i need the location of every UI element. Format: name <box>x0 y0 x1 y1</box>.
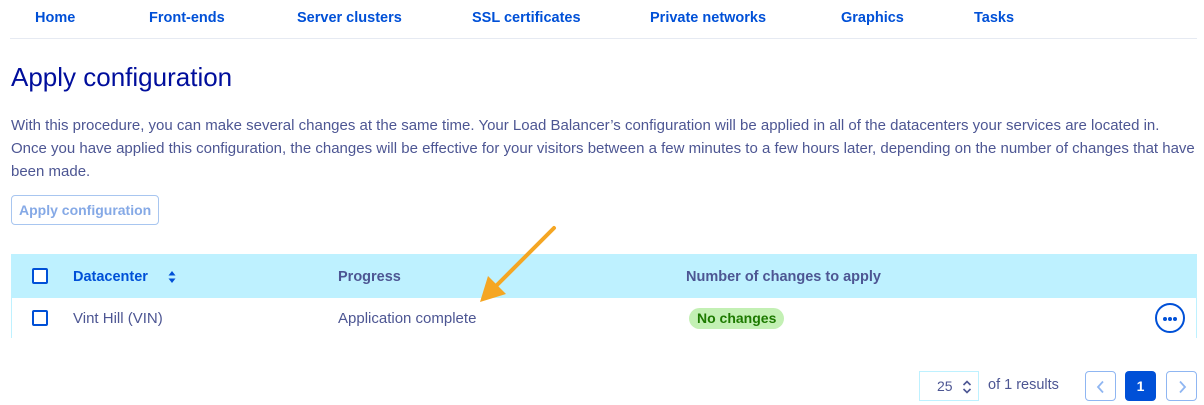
nav-tasks[interactable]: Tasks <box>974 10 1014 26</box>
chevron-right-icon <box>1179 380 1187 394</box>
results-count: of 1 results <box>988 377 1059 393</box>
page-size-value: 25 <box>937 378 953 394</box>
datacenter-cell: Vint Hill (VIN) <box>73 310 163 327</box>
apply-configuration-button[interactable]: Apply configuration <box>11 195 160 225</box>
datacenter-table: Datacenter Progress Number of changes to… <box>11 254 1197 338</box>
column-header-datacenter[interactable]: Datacenter <box>73 269 148 285</box>
page-title: Apply configuration <box>11 62 233 92</box>
more-horizontal-icon <box>1163 316 1167 321</box>
changes-status-badge: No changes <box>689 308 785 329</box>
row-checkbox[interactable] <box>32 310 48 326</box>
table-header: Datacenter Progress Number of changes to… <box>12 255 1196 298</box>
table-row: Vint Hill (VIN) Application complete No … <box>12 298 1196 338</box>
column-header-progress: Progress <box>338 269 401 285</box>
progress-cell: Application complete <box>338 310 477 327</box>
nav-private-networks[interactable]: Private networks <box>650 10 766 26</box>
sort-updown-icon[interactable] <box>167 269 177 285</box>
more-dot <box>1168 316 1172 321</box>
select-all-checkbox[interactable] <box>32 268 48 284</box>
nav-graphics[interactable]: Graphics <box>841 10 904 26</box>
row-actions-button[interactable] <box>1155 303 1185 333</box>
annotation-arrow-icon <box>480 226 556 302</box>
chevron-updown-icon <box>962 380 972 394</box>
nav-ssl-certificates[interactable]: SSL certificates <box>472 10 581 26</box>
more-dot <box>1173 316 1177 321</box>
next-page-button[interactable] <box>1166 371 1197 401</box>
column-header-changes: Number of changes to apply <box>686 269 881 285</box>
nav-server-clusters[interactable]: Server clusters <box>297 10 402 26</box>
top-nav: Home Front-ends Server clusters SSL cert… <box>10 0 1197 39</box>
chevron-left-icon <box>1096 380 1104 394</box>
page-size-select[interactable]: 25 <box>919 371 979 401</box>
nav-home[interactable]: Home <box>35 10 75 26</box>
page-description: With this procedure, you can make severa… <box>11 117 1195 180</box>
previous-page-button[interactable] <box>1085 371 1116 401</box>
nav-front-ends[interactable]: Front-ends <box>149 10 225 26</box>
page-button-current[interactable]: 1 <box>1125 371 1156 401</box>
